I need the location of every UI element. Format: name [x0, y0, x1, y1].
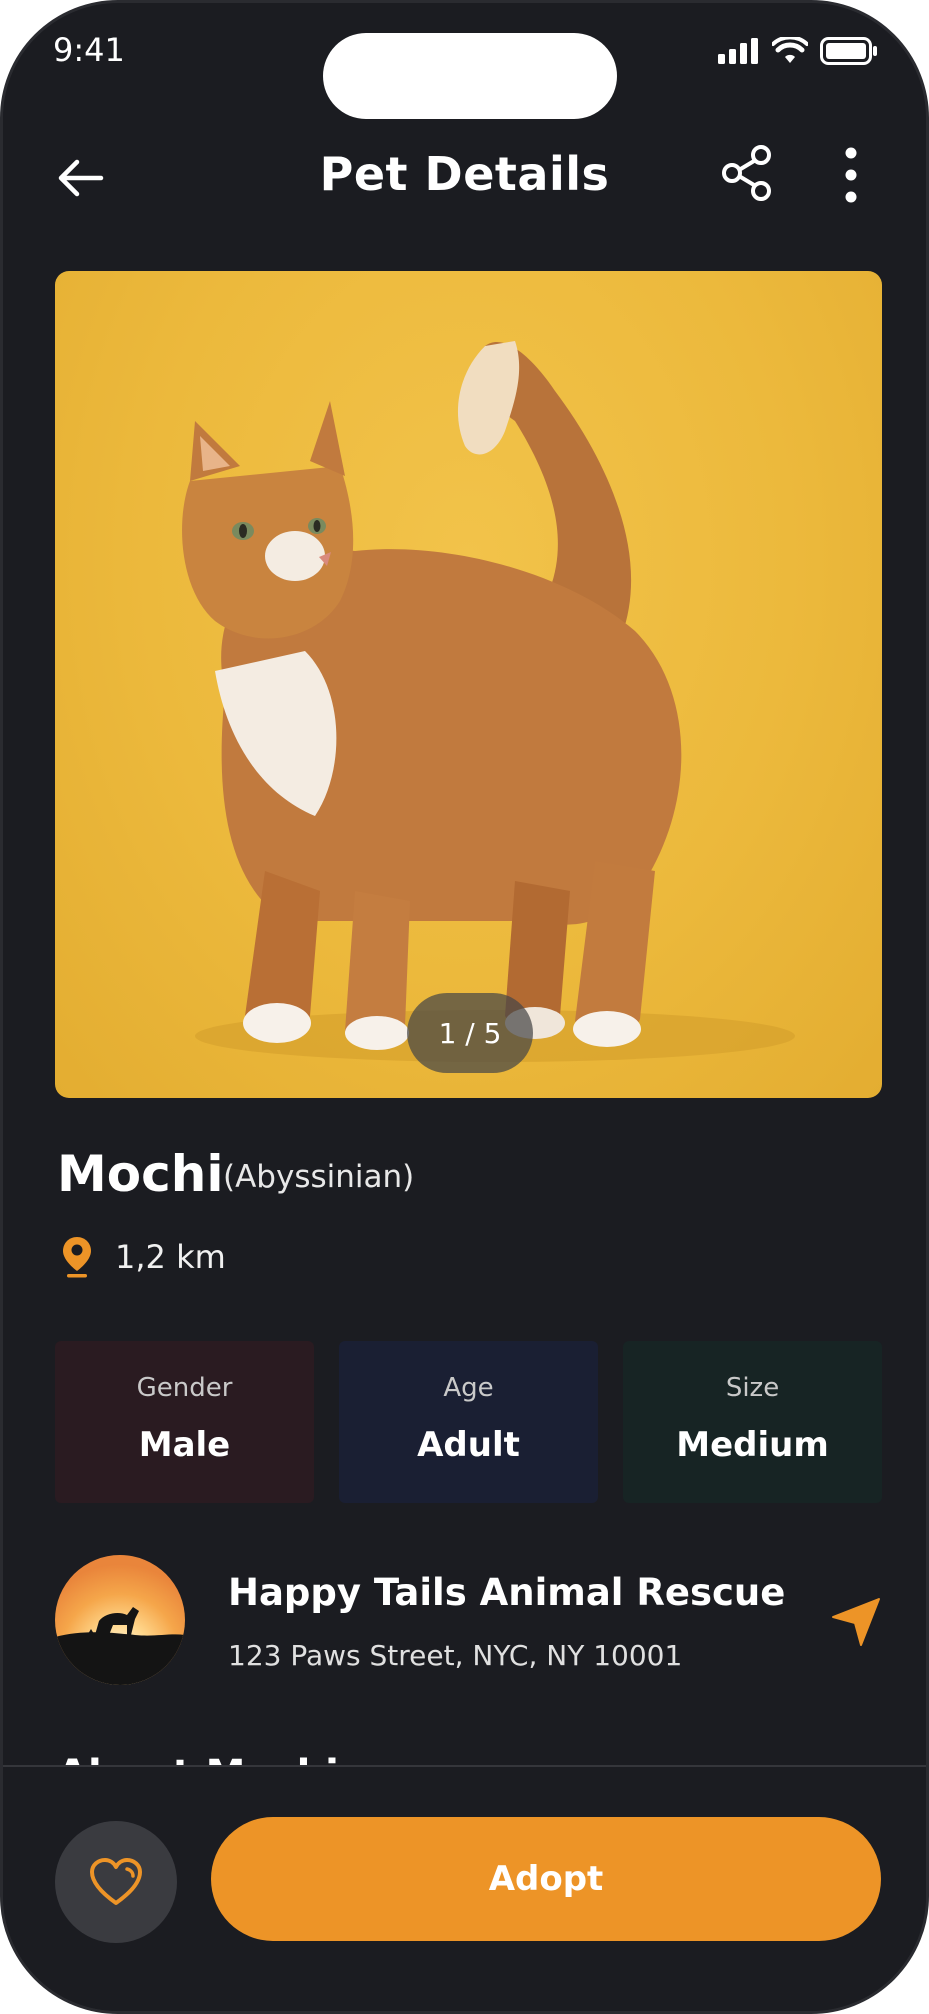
cat-photo [182, 341, 795, 1062]
stat-card-gender: Gender Male [55, 1341, 314, 1503]
share-icon [722, 145, 771, 201]
signal-icon [718, 38, 758, 64]
stat-label: Size [725, 1373, 780, 1403]
stat-label: Gender [136, 1373, 233, 1403]
location-pin-icon [63, 1237, 91, 1278]
heart-icon [90, 1858, 142, 1905]
bottom-action-bar: Adopt [3, 1765, 926, 2011]
dynamic-island [323, 33, 617, 119]
status-icons [718, 37, 878, 65]
navigation-arrow-icon [832, 1598, 880, 1646]
shelter-avatar[interactable] [55, 1555, 185, 1685]
stat-label: Age [443, 1373, 494, 1403]
share-button[interactable] [719, 143, 775, 207]
adopt-button[interactable]: Adopt [211, 1817, 881, 1941]
favorite-button[interactable] [55, 1821, 177, 1943]
page-title: Pet Details [319, 147, 610, 201]
top-app-bar: Pet Details [3, 133, 926, 223]
shelter-name[interactable]: Happy Tails Animal Rescue [228, 1571, 785, 1614]
stat-value: Male [138, 1425, 231, 1465]
status-time: 9:41 [53, 31, 125, 69]
more-options-button[interactable] [831, 145, 871, 205]
wifi-icon [772, 37, 808, 63]
gallery-page-indicator: 1 / 5 [407, 993, 533, 1073]
phone-screen: 9:41 Pet Details 1 / 5 Mochi (Abyssinian… [0, 0, 929, 2014]
distance-row: 1,2 km [61, 1235, 226, 1279]
pet-name: Mochi [57, 1145, 224, 1203]
distance-text: 1,2 km [115, 1238, 226, 1276]
pet-breed: (Abyssinian) [223, 1159, 415, 1195]
pet-photo-gallery[interactable]: 1 / 5 [55, 271, 882, 1098]
more-vertical-icon [845, 147, 857, 203]
shelter-address: 123 Paws Street, NYC, NY 10001 [228, 1639, 683, 1672]
stat-value: Medium [676, 1425, 829, 1465]
shelter-logo-image [55, 1607, 185, 1685]
directions-button[interactable] [829, 1595, 883, 1649]
stat-value: Adult [417, 1425, 520, 1465]
about-section-heading: About Mochi [57, 1747, 339, 1767]
battery-icon [820, 37, 877, 65]
stat-card-size: Size Medium [623, 1341, 882, 1503]
stat-card-age: Age Adult [339, 1341, 598, 1503]
